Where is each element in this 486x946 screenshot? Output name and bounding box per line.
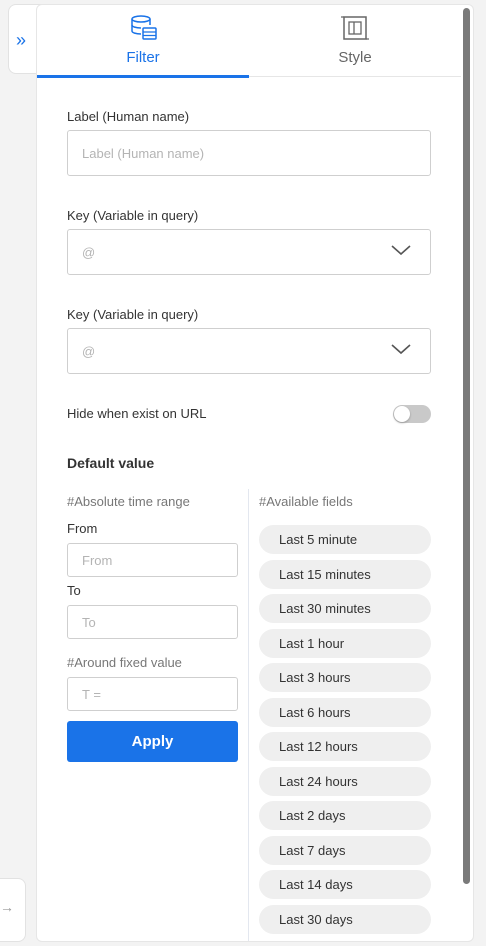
tab-style[interactable]: Style xyxy=(249,5,461,77)
tab-bar: Filter Style xyxy=(37,5,461,78)
side-toggle-button[interactable]: → xyxy=(0,878,26,942)
to-label: To xyxy=(67,583,81,598)
time-preset-chip[interactable]: Last 30 days xyxy=(259,904,431,934)
time-preset-chip[interactable]: Last 3 hours xyxy=(259,663,431,692)
filter-settings-panel: Filter Style Label (Human name) Key (Var… xyxy=(36,4,474,942)
tab-style-label: Style xyxy=(338,49,372,66)
label-input[interactable] xyxy=(67,130,431,176)
time-preset-chip[interactable]: Last 7 days xyxy=(259,835,431,865)
fixed-value-input[interactable] xyxy=(67,677,238,711)
time-preset-chip[interactable]: Last 6 hours xyxy=(259,697,431,727)
key-select-2[interactable]: @ xyxy=(67,328,431,374)
time-preset-chip[interactable]: Last 5 minute xyxy=(259,525,431,554)
time-preset-chip[interactable]: Last 15 minutes xyxy=(259,559,431,589)
time-preset-chip[interactable]: Last 1 hour xyxy=(259,628,431,658)
from-input[interactable] xyxy=(67,543,238,577)
key-field-title: Key (Variable in query) xyxy=(67,208,199,223)
time-preset-chip[interactable]: Last 14 days xyxy=(259,870,431,899)
key-select-value: @ xyxy=(82,245,96,260)
chevron-down-icon xyxy=(391,344,411,355)
default-value-title: Default value xyxy=(67,455,155,471)
layout-icon xyxy=(341,16,369,40)
database-icon xyxy=(131,15,157,40)
tab-filter-label: Filter xyxy=(126,49,160,66)
tab-filter[interactable]: Filter xyxy=(37,5,249,78)
absolute-time-range-title: #Absolute time range xyxy=(67,494,190,509)
time-preset-chip[interactable]: Last 12 hours xyxy=(259,732,431,761)
apply-button[interactable]: Apply xyxy=(67,721,238,762)
available-fields-title: #Available fields xyxy=(259,494,353,509)
hide-when-exist-label: Hide when exist on URL xyxy=(67,406,207,421)
key-select-2-value: @ xyxy=(82,344,96,359)
from-label: From xyxy=(67,521,98,536)
to-input[interactable] xyxy=(67,605,238,639)
chevron-down-icon xyxy=(391,245,411,256)
key-field-title-2: Key (Variable in query) xyxy=(67,307,199,322)
arrow-right-icon: → xyxy=(0,899,14,915)
time-preset-chip[interactable]: Last 30 minutes xyxy=(259,594,431,623)
time-preset-chip[interactable]: Last 24 hours xyxy=(259,766,431,796)
label-field-title: Label (Human name) xyxy=(67,109,190,124)
double-chevron-right-icon: » xyxy=(16,30,27,50)
scrollbar[interactable] xyxy=(463,8,470,884)
active-tab-indicator xyxy=(37,75,249,78)
key-select[interactable]: @ xyxy=(67,229,431,275)
column-divider xyxy=(248,489,249,941)
around-fixed-value-title: #Around fixed value xyxy=(67,655,182,670)
time-preset-chip[interactable]: Last 2 days xyxy=(259,801,431,830)
toggle-knob xyxy=(394,406,410,422)
hide-when-exist-toggle[interactable] xyxy=(393,405,431,423)
